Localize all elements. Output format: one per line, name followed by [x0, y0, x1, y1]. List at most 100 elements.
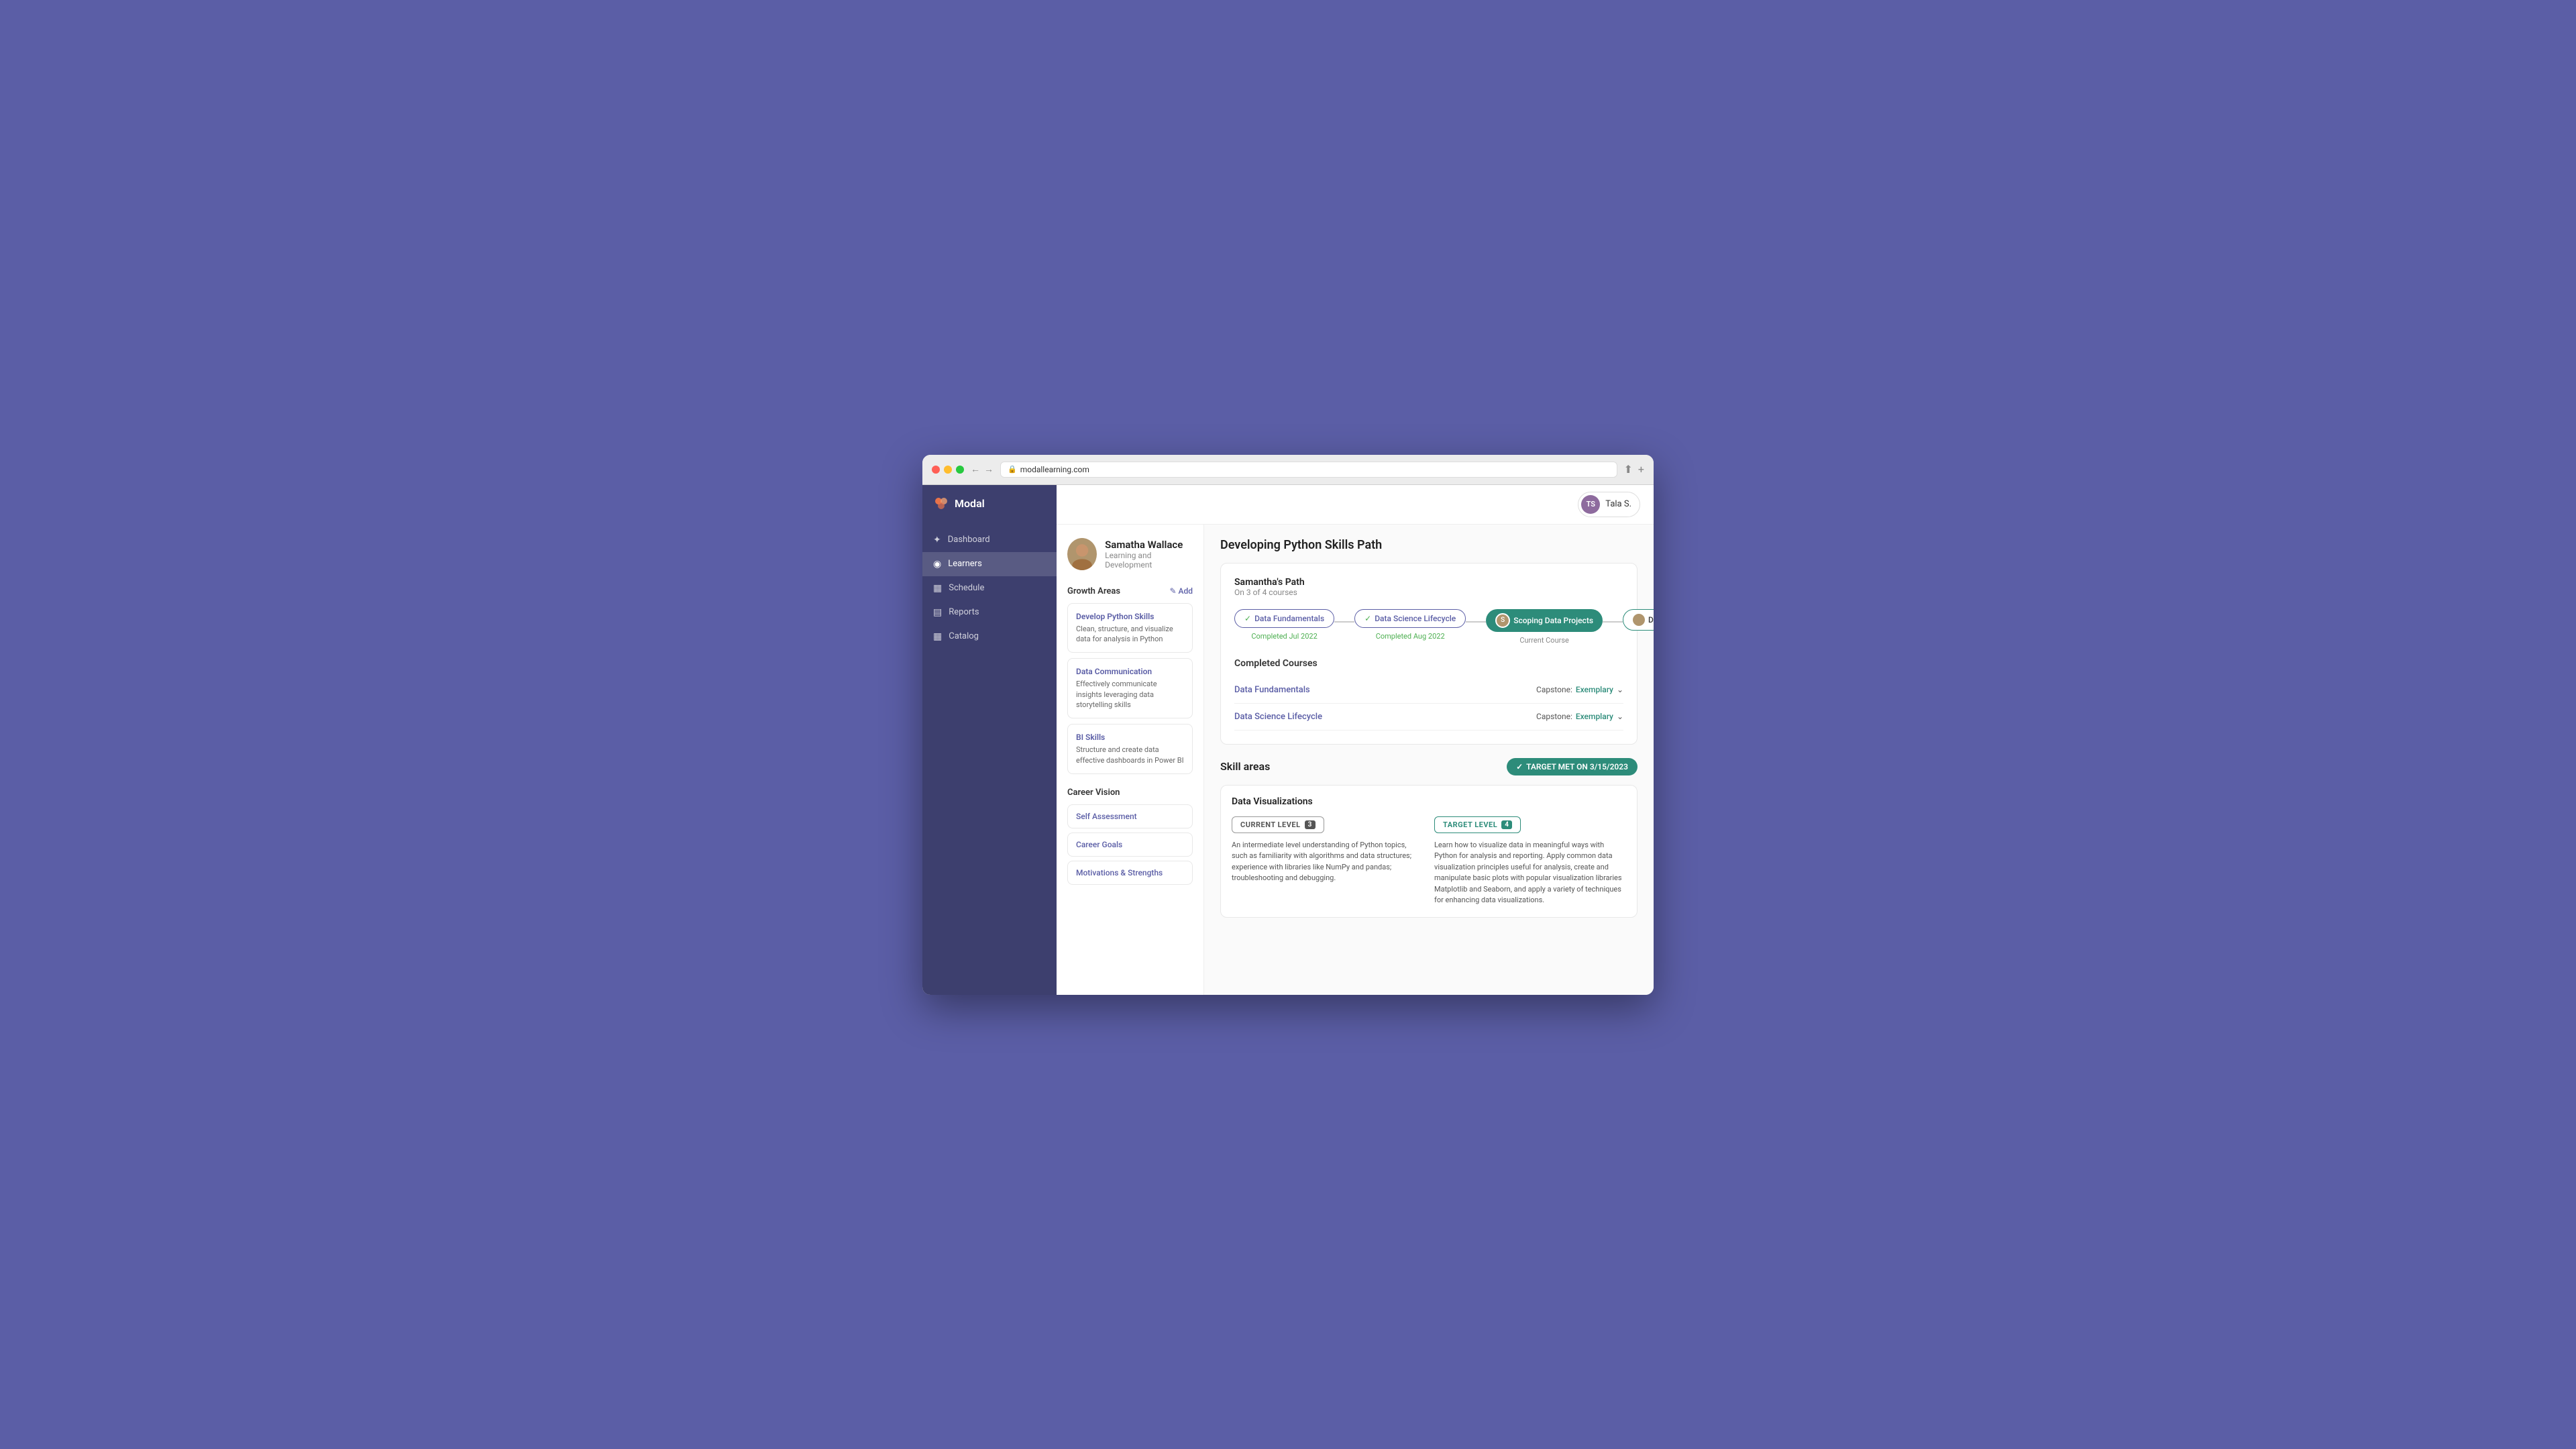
path-title: Developing Python Skills Path [1220, 538, 1638, 552]
capstone-badge-2: Capstone: Exemplary ⌄ [1536, 712, 1623, 721]
target-met-badge: ✓ TARGET MET ON 3/15/2023 [1507, 758, 1638, 775]
back-arrow[interactable]: ← [971, 464, 980, 475]
maximize-dot[interactable] [956, 466, 964, 474]
schedule-icon: ▦ [933, 583, 942, 594]
capstone-level-1: Exemplary [1576, 685, 1613, 694]
left-panel: Samatha Wallace Learning and Development… [1057, 525, 1204, 995]
path-card-subtitle: On 3 of 4 courses [1234, 588, 1623, 597]
capstone-level-2: Exemplary [1576, 712, 1613, 721]
sidebar-nav: ✦ Dashboard ◉ Learners ▦ Schedule ▤ Repo… [922, 523, 1057, 654]
current-level-desc: An intermediate level understanding of P… [1232, 840, 1424, 884]
career-vision-section: Career Vision Self Assessment Career Goa… [1067, 788, 1193, 885]
dashboard-icon: ✦ [933, 535, 941, 545]
expand-icon-1[interactable]: ⌄ [1617, 685, 1623, 694]
step-connector-3 [1603, 621, 1623, 623]
skill-levels-row: CURRENT LEVEL 3 An intermediate level un… [1232, 816, 1626, 906]
add-growth-area-button[interactable]: ✎ Add [1169, 586, 1193, 596]
lock-icon: 🔒 [1008, 465, 1017, 474]
skill-areas-title: Skill areas [1220, 760, 1270, 773]
growth-card-title: Data Communication [1076, 667, 1184, 676]
sidebar-item-dashboard[interactable]: ✦ Dashboard [922, 528, 1057, 552]
path-card-title: Samantha's Path [1234, 577, 1623, 588]
address-bar[interactable]: 🔒 modallearning.com [1000, 462, 1617, 478]
user-profile[interactable]: TS Tala S. [1578, 492, 1640, 517]
logo-text: Modal [955, 497, 985, 510]
step-label-1: Data Fundamentals [1254, 614, 1324, 623]
step-pill-current[interactable]: S Scoping Data Projects [1486, 609, 1603, 632]
capstone-label-1: Capstone: [1536, 685, 1572, 694]
course-name-1[interactable]: Data Fundamentals [1234, 685, 1310, 695]
step-connector-2 [1466, 621, 1486, 623]
main-content: Samatha Wallace Learning and Development… [1057, 525, 1654, 995]
step-pill-completed-1[interactable]: ✓ Data Fundamentals [1234, 609, 1334, 628]
step-status-1: Completed Jul 2022 [1251, 632, 1317, 641]
logo-icon [933, 496, 949, 512]
target-level-badge: TARGET LEVEL 4 [1434, 816, 1521, 833]
add-tab-icon[interactable]: + [1638, 463, 1644, 476]
growth-card-desc: Structure and create data effective dash… [1076, 745, 1184, 765]
course-row-1: Data Fundamentals Capstone: Exemplary ⌄ [1234, 677, 1623, 704]
growth-card-title: Develop Python Skills [1076, 612, 1184, 621]
course-steps: ✓ Data Fundamentals Completed Jul 2022 ✓ [1234, 609, 1623, 645]
path-card: Samantha's Path On 3 of 4 courses ✓ Data… [1220, 563, 1638, 745]
expand-icon-2[interactable]: ⌄ [1617, 712, 1623, 721]
step-label-2: Data Science Lifecycle [1375, 614, 1456, 623]
career-vision-title: Career Vision [1067, 788, 1120, 798]
skill-card-title: Data Visualizations [1232, 796, 1626, 807]
learner-info: Samatha Wallace Learning and Development [1105, 539, 1193, 570]
sidebar-item-label: Dashboard [948, 535, 990, 545]
current-level-col: CURRENT LEVEL 3 An intermediate level un… [1232, 816, 1424, 906]
reports-icon: ▤ [933, 607, 942, 618]
career-item-career-goals[interactable]: Career Goals [1067, 833, 1193, 857]
skill-card: Data Visualizations CURRENT LEVEL 3 An i… [1220, 785, 1638, 918]
learner-header: Samatha Wallace Learning and Development [1067, 538, 1193, 570]
career-item-motivations[interactable]: Motivations & Strengths [1067, 861, 1193, 885]
top-bar: TS Tala S. [1057, 485, 1654, 525]
current-level-number: 3 [1305, 820, 1316, 829]
target-level-desc: Learn how to visualize data in meaningfu… [1434, 840, 1626, 906]
learners-icon: ◉ [933, 559, 941, 570]
step-status-2: Completed Aug 2022 [1376, 632, 1445, 641]
sidebar-item-label: Learners [948, 559, 982, 569]
step-pill-upcoming[interactable]: Data Literacy Capstone [1623, 609, 1654, 631]
share-icon[interactable]: ⬆ [1624, 463, 1633, 476]
growth-areas-section: Growth Areas ✎ Add Develop Python Skills… [1067, 586, 1193, 775]
browser-chrome: ← → 🔒 modallearning.com ⬆ + [922, 455, 1654, 485]
course-step-2: ✓ Data Science Lifecycle Completed Aug 2… [1354, 609, 1466, 641]
career-vision-header: Career Vision [1067, 788, 1193, 798]
growth-card-desc: Clean, structure, and visualize data for… [1076, 624, 1184, 645]
sidebar-item-schedule[interactable]: ▦ Schedule [922, 576, 1057, 600]
catalog-icon: ▦ [933, 631, 942, 642]
growth-card-data-comm[interactable]: Data Communication Effectively communica… [1067, 658, 1193, 718]
sidebar-item-catalog[interactable]: ▦ Catalog [922, 625, 1057, 649]
sidebar-item-reports[interactable]: ▤ Reports [922, 600, 1057, 625]
current-step-avatar: S [1495, 613, 1510, 628]
learner-avatar [1067, 538, 1097, 570]
step-pill-completed-2[interactable]: ✓ Data Science Lifecycle [1354, 609, 1466, 628]
url-text: modallearning.com [1020, 465, 1089, 474]
close-dot[interactable] [932, 466, 940, 474]
sidebar-item-label: Schedule [949, 583, 984, 593]
growth-areas-header: Growth Areas ✎ Add [1067, 586, 1193, 596]
completed-courses-section: Completed Courses Data Fundamentals Caps… [1234, 658, 1623, 731]
browser-actions: ⬆ + [1624, 463, 1644, 476]
growth-card-bi[interactable]: BI Skills Structure and create data effe… [1067, 724, 1193, 774]
check-icon-2: ✓ [1364, 614, 1371, 623]
completed-courses-title: Completed Courses [1234, 658, 1623, 669]
minimize-dot[interactable] [944, 466, 952, 474]
sidebar-item-label: Reports [949, 607, 979, 617]
avatar-initials: TS [1587, 500, 1595, 508]
check-icon-1: ✓ [1244, 614, 1251, 623]
course-name-2[interactable]: Data Science Lifecycle [1234, 712, 1322, 722]
course-step-4: Data Literacy Capstone Starts on Sep 10 [1623, 609, 1654, 643]
forward-arrow[interactable]: → [984, 464, 994, 475]
skill-areas-section: Skill areas ✓ TARGET MET ON 3/15/2023 Da… [1220, 758, 1638, 918]
step-label-4: Data Literacy Capstone [1648, 615, 1654, 625]
career-item-self-assessment[interactable]: Self Assessment [1067, 804, 1193, 828]
growth-card-python[interactable]: Develop Python Skills Clean, structure, … [1067, 603, 1193, 653]
upcoming-avatar [1633, 614, 1645, 626]
growth-areas-title: Growth Areas [1067, 586, 1120, 596]
browser-dots [932, 466, 964, 474]
browser-nav: ← → [971, 464, 994, 475]
sidebar-item-learners[interactable]: ◉ Learners [922, 552, 1057, 576]
